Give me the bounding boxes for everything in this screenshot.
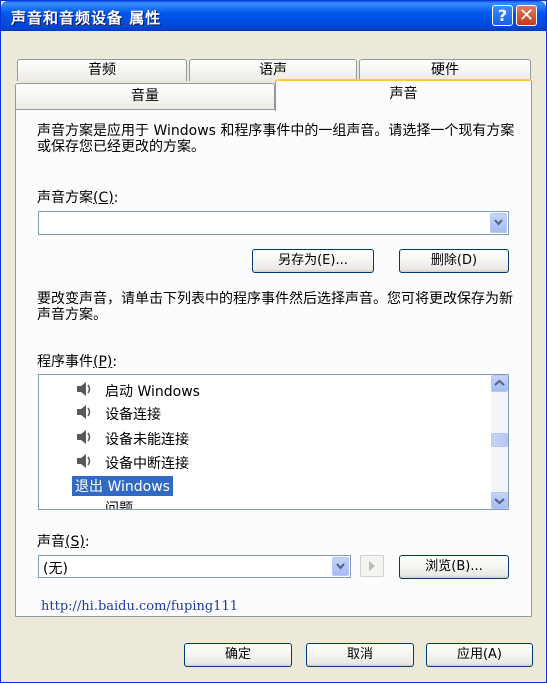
speaker-icon: [75, 452, 97, 474]
chevron-down-icon[interactable]: [332, 557, 349, 576]
play-button[interactable]: [360, 555, 384, 577]
sound-select-value: (无): [43, 561, 68, 577]
scheme-description: 声音方案是应用于 Windows 和程序事件中的一组声音。请选择一个现有方案或保…: [37, 123, 515, 155]
tab-sounds[interactable]: 声音: [275, 79, 532, 111]
close-button[interactable]: ✕: [516, 5, 537, 26]
events-list[interactable]: 启动 Windows 设备连接 设备未能连接 设备中断连接 退出 Windows…: [38, 374, 509, 510]
tab-voice[interactable]: 语声: [189, 59, 357, 81]
tab-audio[interactable]: 音频: [17, 59, 187, 81]
scroll-up-button[interactable]: [491, 375, 508, 392]
apply-button[interactable]: 应用(A): [426, 643, 533, 667]
sound-label: 声音(S):: [37, 534, 90, 550]
browse-button[interactable]: 浏览(B)...: [399, 555, 509, 579]
cancel-button[interactable]: 取消: [306, 643, 414, 667]
chevron-down-icon: [494, 498, 505, 505]
sound-select[interactable]: (无): [38, 555, 351, 578]
dialog-window: 声音和音频设备 属性 ? ✕ 音频 语声 硬件 音量 声音 声音方案是应用于 W…: [0, 0, 547, 683]
list-item-label: 问题: [105, 501, 133, 510]
help-button[interactable]: ?: [492, 5, 513, 26]
events-label: 程序事件(P):: [37, 354, 118, 370]
events-instructions: 要改变声音，请单击下列表中的程序事件然后选择声音。您可将更改保存为新声音方案。: [37, 291, 513, 323]
tab-volume[interactable]: 音量: [15, 83, 275, 109]
list-item-label: 启动 Windows: [105, 384, 200, 400]
tab-hardware[interactable]: 硬件: [359, 59, 531, 81]
delete-button[interactable]: 删除(D): [399, 249, 509, 273]
ok-button[interactable]: 确定: [184, 643, 292, 667]
list-item-label: 设备中断连接: [105, 456, 189, 472]
speaker-icon: [75, 428, 97, 450]
chevron-down-icon[interactable]: [490, 213, 507, 233]
scroll-down-button[interactable]: [491, 492, 508, 509]
list-item-label: 退出 Windows: [72, 476, 173, 496]
play-icon: [369, 561, 375, 571]
speaker-icon: [75, 403, 97, 425]
scheme-select[interactable]: [38, 211, 509, 235]
list-item-label: 设备连接: [105, 407, 161, 423]
save-as-button[interactable]: 另存为(E)...: [252, 249, 374, 273]
speaker-icon: [75, 380, 97, 402]
scroll-thumb[interactable]: [491, 433, 508, 447]
window-title: 声音和音频设备 属性: [11, 9, 162, 27]
watermark-text: http://hi.baidu.com/fuping111: [41, 599, 238, 614]
list-item-label: 设备未能连接: [105, 432, 189, 448]
title-bar[interactable]: 声音和音频设备 属性 ? ✕: [1, 1, 546, 31]
chevron-up-icon: [494, 379, 505, 386]
events-scrollbar[interactable]: [491, 375, 508, 509]
scheme-label: 声音方案(C):: [37, 190, 119, 206]
